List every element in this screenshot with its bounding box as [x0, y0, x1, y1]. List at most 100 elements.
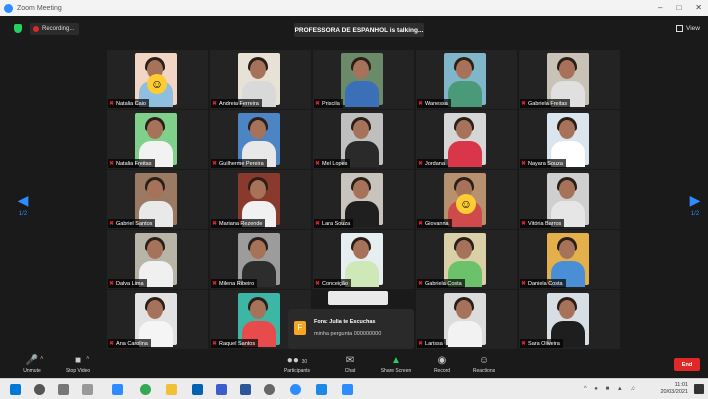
- share-screen-button[interactable]: ▲ Share Screen: [376, 355, 416, 374]
- participant-nametag: ✖ Ana Carolina: [108, 339, 151, 348]
- participant-name: Sara Oliveira: [528, 340, 560, 347]
- participant-face: [250, 240, 266, 259]
- windows-start-icon[interactable]: [10, 384, 21, 395]
- participant-tile[interactable]: ✖ Andreia Ferreira: [210, 50, 311, 109]
- chat-notification[interactable]: F Fora: Julia te Escuchas minha pergunta…: [288, 291, 414, 349]
- page-indicator-right: 1/2: [690, 211, 700, 217]
- chevron-up-icon[interactable]: ˄: [40, 356, 44, 362]
- end-meeting-button[interactable]: End: [674, 358, 700, 371]
- participants-label: Participants: [283, 368, 311, 374]
- word-icon[interactable]: [240, 384, 251, 395]
- participant-nametag: ✖ Lara Souza: [314, 219, 354, 228]
- system-clock[interactable]: 11:01 20/03/2021: [660, 382, 688, 396]
- participant-tile[interactable]: ✖ Conceição: [313, 230, 414, 289]
- participant-tile[interactable]: ✖ Natalia Freitas: [107, 110, 208, 169]
- chat-bubble-icon: ✉: [345, 355, 355, 366]
- app-icon[interactable]: [316, 384, 327, 395]
- participant-tile[interactable]: ✖ Sara Oliveira: [519, 290, 620, 349]
- zoom-window-icon[interactable]: [342, 384, 353, 395]
- participant-face: [559, 180, 575, 199]
- participant-face: [456, 300, 472, 319]
- search-icon[interactable]: [34, 384, 45, 395]
- participant-name: Gabriela Costa: [425, 280, 462, 287]
- participants-icon: ●● 30: [286, 355, 308, 366]
- participant-nametag: ✖ Vitória Barros: [520, 219, 565, 228]
- cortana-icon[interactable]: [58, 384, 69, 395]
- app-icon[interactable]: [216, 384, 227, 395]
- share-screen-icon: ▲: [391, 355, 401, 366]
- participant-tile[interactable]: ✖ Priscila: [313, 50, 414, 109]
- participant-nametag: ✖ Milena Ribeiro: [211, 279, 258, 288]
- reactions-button[interactable]: ☺ Reactions: [464, 355, 504, 374]
- participant-nametag: ✖ Raquel Santos: [211, 339, 259, 348]
- muted-mic-icon: ✖: [521, 101, 527, 107]
- reactions-icon: ☺: [478, 355, 490, 366]
- stop-video-button[interactable]: ■ Stop Video ˄: [58, 355, 98, 374]
- muted-mic-icon: ✖: [212, 281, 218, 287]
- participant-tile[interactable]: ☺ ✖ Giovanna: [416, 170, 517, 229]
- microphone-icon: 🎤: [25, 355, 39, 366]
- media-icon[interactable]: [264, 384, 275, 395]
- previous-page-button[interactable]: ◀ 1/2: [16, 192, 30, 217]
- participant-face: [456, 60, 472, 79]
- notification-center-icon[interactable]: [694, 384, 704, 394]
- participant-tile[interactable]: ✖ Gabriel Santos: [107, 170, 208, 229]
- participant-tile[interactable]: ✖ Guilherme Pereira: [210, 110, 311, 169]
- file-explorer-icon[interactable]: [166, 384, 177, 395]
- participant-body: [345, 81, 379, 107]
- chevron-up-icon[interactable]: ˄: [86, 356, 90, 362]
- participant-name: Guilherme Pereira: [219, 160, 264, 167]
- task-view-icon[interactable]: [82, 384, 93, 395]
- chrome-icon[interactable]: [140, 384, 151, 395]
- participant-tile[interactable]: ✖ Larissa: [416, 290, 517, 349]
- participant-name: Larissa: [425, 340, 443, 347]
- participant-nametag: ✖ Gabriela Costa: [417, 279, 465, 288]
- participant-tile[interactable]: ✖ Lara Souza: [313, 170, 414, 229]
- participant-face: [456, 240, 472, 259]
- next-page-button[interactable]: ▶ 1/2: [688, 192, 702, 217]
- participant-tile[interactable]: ✖ Mel Lopes: [313, 110, 414, 169]
- participant-video: [547, 113, 589, 167]
- participant-tile[interactable]: ✖ Milena Ribeiro: [210, 230, 311, 289]
- participant-face: [456, 120, 472, 139]
- muted-mic-icon: ✖: [109, 281, 115, 287]
- participant-nametag: ✖ Guilherme Pereira: [211, 159, 267, 168]
- participants-button[interactable]: ●● 30 Participants: [277, 355, 317, 374]
- participant-tile[interactable]: ✖ Gabriela Freitas: [519, 50, 620, 109]
- participant-nametag: ✖ Conceição: [314, 279, 352, 288]
- participant-tile[interactable]: ✖ Vitória Barros: [519, 170, 620, 229]
- participant-tile[interactable]: ✖ Gabriela Costa: [416, 230, 517, 289]
- participant-tile[interactable]: ☺ ✖ Natalia Caio: [107, 50, 208, 109]
- participant-video: [135, 113, 177, 167]
- recording-indicator[interactable]: Recording...: [30, 23, 80, 35]
- view-button[interactable]: View: [676, 25, 700, 32]
- record-button[interactable]: ◉ Record: [422, 355, 462, 374]
- participant-video: [341, 233, 383, 287]
- store-icon[interactable]: [192, 384, 203, 395]
- security-shield-icon[interactable]: [14, 24, 22, 33]
- participant-tile[interactable]: ✖ Wanessa: [416, 50, 517, 109]
- chat-button[interactable]: ✉ Chat: [330, 355, 370, 374]
- participant-tile[interactable]: ✖ Nayara Souza: [519, 110, 620, 169]
- system-tray-icons[interactable]: ^ ● ■ ▲ ♫: [584, 386, 638, 392]
- minimize-icon[interactable]: –: [658, 3, 662, 12]
- view-label: View: [686, 25, 700, 32]
- unmute-button[interactable]: 🎤 Unmute ˄: [12, 355, 52, 374]
- participant-name: Natalia Caio: [116, 100, 146, 107]
- zoom-taskbar-icon[interactable]: [290, 384, 301, 395]
- muted-mic-icon: ✖: [418, 281, 424, 287]
- muted-mic-icon: ✖: [418, 221, 424, 227]
- participant-tile[interactable]: ✖ Daniela Costa: [519, 230, 620, 289]
- maximize-icon[interactable]: □: [676, 3, 681, 12]
- muted-mic-icon: ✖: [521, 221, 527, 227]
- close-icon[interactable]: ✕: [695, 3, 702, 12]
- participant-tile[interactable]: ✖ Ana Carolina: [107, 290, 208, 349]
- edge-icon[interactable]: [112, 384, 123, 395]
- participant-tile[interactable]: ✖ Dalva Lima: [107, 230, 208, 289]
- participant-nametag: ✖ Dalva Lima: [108, 279, 147, 288]
- participant-name: Andreia Ferreira: [219, 100, 259, 107]
- participant-tile[interactable]: ✖ Mariana Rezende: [210, 170, 311, 229]
- participant-tile[interactable]: ✖ Jordana: [416, 110, 517, 169]
- recording-dot-icon: [33, 26, 39, 32]
- active-speaker-banner: PROFESSORA DE ESPANHOL is talking...: [294, 23, 424, 37]
